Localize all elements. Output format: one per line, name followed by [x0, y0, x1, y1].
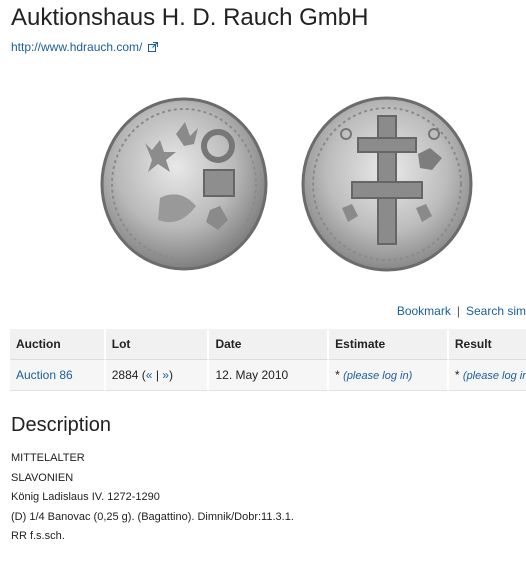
search-similar-link[interactable]: Search sim: [466, 304, 526, 318]
description-line: SLAVONIEN: [11, 471, 74, 484]
bookmark-link[interactable]: Bookmark: [397, 304, 451, 318]
result-star: *: [454, 368, 460, 382]
table-row: Auction 86 2884 (« | ») 12. May 2010 * (…: [10, 360, 526, 391]
website-link[interactable]: http://www.hdrauch.com/: [11, 40, 159, 54]
prev-lot-link[interactable]: «: [146, 368, 153, 382]
description-line: König Ladislaus IV. 1272-1290: [11, 491, 160, 503]
coin-reverse: [301, 96, 473, 272]
coin-image: [100, 96, 473, 272]
coin-obverse: [100, 97, 268, 271]
estimate-cell: * (please log in): [329, 360, 449, 391]
lot-cell: 2884 (« | »): [105, 360, 210, 391]
toolbar: Bookmark | Search sim: [397, 304, 526, 318]
estimate-login-link[interactable]: (please log in): [343, 370, 412, 382]
description-line: (D) 1/4 Banovac (0,25 g). (Bagattino). D…: [11, 510, 294, 523]
description-heading: Description: [11, 414, 112, 436]
description-line: MITTELALTER: [11, 452, 85, 464]
lot-nav-separator: |: [155, 368, 159, 382]
result-cell: * (please log in): [448, 360, 526, 391]
auction-link[interactable]: Auction 86: [16, 368, 73, 382]
col-date: Date: [209, 329, 330, 360]
lot-table: Auction Lot Date Estimate Result Auction…: [10, 329, 526, 391]
col-auction: Auction: [10, 329, 106, 360]
toolbar-separator: |: [456, 304, 460, 318]
result-login-link[interactable]: (please log in): [463, 370, 526, 382]
lot-number: 2884: [111, 368, 139, 382]
page-title: Auktionshaus H. D. Rauch GmbH: [11, 4, 369, 31]
next-lot-link[interactable]: »: [162, 368, 169, 382]
auction-cell: Auction 86: [10, 360, 106, 391]
external-link-icon: [148, 42, 159, 52]
date-cell: 12. May 2010: [209, 360, 330, 391]
description-body: MITTELALTER SLAVONIEN König Ladislaus IV…: [11, 449, 294, 547]
table-header-row: Auction Lot Date Estimate Result: [10, 329, 526, 360]
description-line: RR f.s.sch.: [11, 530, 65, 542]
col-result: Result: [448, 329, 526, 360]
website-link-text: http://www.hdrauch.com/: [11, 40, 143, 54]
col-estimate: Estimate: [329, 329, 449, 360]
estimate-star: *: [335, 368, 340, 382]
col-lot: Lot: [105, 329, 210, 360]
